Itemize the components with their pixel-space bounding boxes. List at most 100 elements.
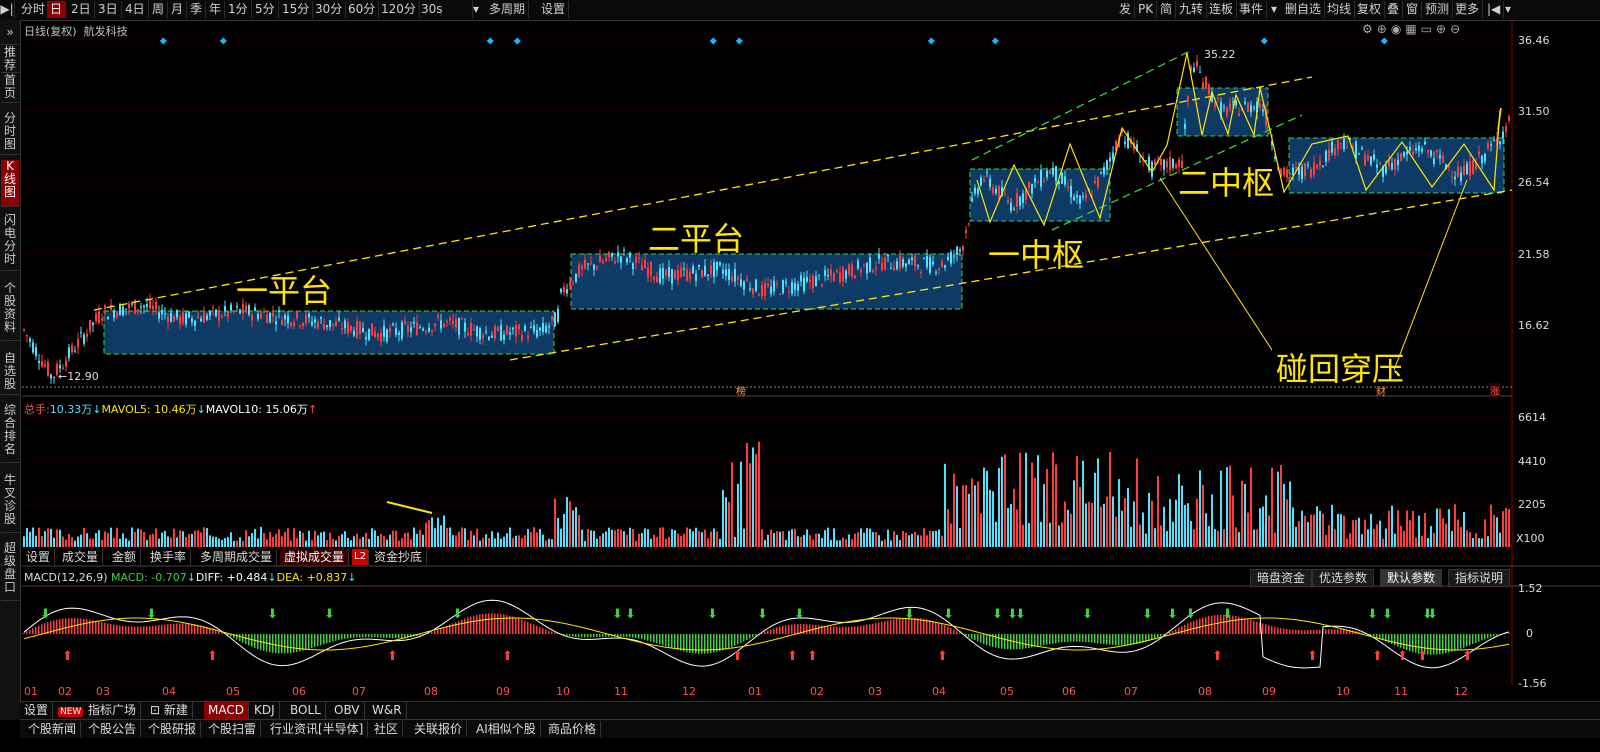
volume-bar xyxy=(1484,519,1486,547)
month-label: 09 xyxy=(1262,685,1276,698)
tab-commodity[interactable]: 商品价格 xyxy=(544,721,602,737)
period-120min[interactable]: 120分 xyxy=(378,1,420,18)
indicator-macd[interactable]: MACD xyxy=(204,702,249,719)
candle-body xyxy=(1400,153,1402,161)
multi-period-button[interactable]: 多周期 xyxy=(486,1,530,18)
candle-body xyxy=(206,315,208,320)
fa-button[interactable]: 发 xyxy=(1116,1,1136,18)
candle-body xyxy=(455,319,457,328)
grid-icon[interactable]: ▦ xyxy=(1405,22,1420,36)
settings-icon[interactable]: ⚙ xyxy=(1362,22,1377,36)
vol-tab-turnover[interactable]: 换手率 xyxy=(146,549,192,565)
period-2day[interactable]: 2日 xyxy=(68,1,95,18)
period-day[interactable]: 日 xyxy=(47,1,67,18)
sidebar-item-flash[interactable]: 闪电分时 xyxy=(1,214,19,271)
sidebar-item-kline[interactable]: K线图 xyxy=(1,160,19,207)
indicator-settings[interactable]: 设置 xyxy=(20,702,54,719)
simple-button[interactable]: 简 xyxy=(1157,1,1177,18)
sidebar-item-diagnosis[interactable]: 牛叉诊股 xyxy=(1,474,19,533)
period-fenshi[interactable]: 分时 xyxy=(18,1,50,18)
overlay-button[interactable]: 叠 xyxy=(1384,1,1404,18)
tab-ai-similar[interactable]: AI相似个股 xyxy=(472,721,541,737)
macd-histogram-bar xyxy=(518,618,520,634)
marker-bang[interactable]: 榜 xyxy=(736,383,746,398)
period-year[interactable]: 年 xyxy=(206,1,226,18)
indicator-boll[interactable]: BOLL xyxy=(286,702,326,719)
tab-stock-news[interactable]: 个股新闻 xyxy=(24,721,82,737)
indicator-new[interactable]: ⊡ 新建 xyxy=(146,702,193,719)
sidebar-item-recommend[interactable]: 推荐 xyxy=(1,46,19,73)
vol-tab-amount[interactable]: 金额 xyxy=(108,549,142,565)
candle-body xyxy=(701,269,703,278)
candle-body xyxy=(1334,147,1336,156)
forecast-button[interactable]: 预测 xyxy=(1422,1,1454,18)
volume-bar xyxy=(659,527,661,547)
period-3day[interactable]: 3日 xyxy=(95,1,122,18)
expand-icon[interactable]: » xyxy=(1,20,19,45)
indicator-kdj[interactable]: KDJ xyxy=(250,702,280,719)
vol-ma10-value: 15.06万 xyxy=(265,403,308,416)
eye-icon[interactable]: ◉ xyxy=(1391,22,1405,36)
period-4day[interactable]: 4日 xyxy=(122,1,149,18)
candle-body xyxy=(104,305,106,310)
tab-industry-news[interactable]: 行业资讯[半导体] xyxy=(266,721,369,737)
pk-button[interactable]: PK xyxy=(1135,1,1158,18)
period-60min[interactable]: 60分 xyxy=(345,1,380,18)
jiuzhuan-button[interactable]: 九转 xyxy=(1176,1,1208,18)
indicator-plaza[interactable]: 指标广场 xyxy=(84,702,142,719)
period-month[interactable]: 月 xyxy=(168,1,188,18)
sidebar-item-watchlist[interactable]: 自选股 xyxy=(1,352,19,395)
tab-stock-announce[interactable]: 个股公告 xyxy=(84,721,142,737)
candle-body xyxy=(401,322,403,339)
macd-tab-default[interactable]: 默认参数 xyxy=(1380,569,1443,587)
period-30s-select[interactable]: 30s xyxy=(418,1,473,18)
lianban-button[interactable]: 连板 xyxy=(1206,1,1238,18)
sidebar-item-home[interactable]: 首页 xyxy=(1,74,19,103)
zoom-in-icon[interactable]: ⊕ xyxy=(1436,22,1450,36)
vol-tab-settings[interactable]: 设置 xyxy=(22,549,56,565)
zoom-out-icon[interactable]: ⊖ xyxy=(1450,22,1464,36)
candle-body xyxy=(32,342,34,353)
period-1min[interactable]: 1分 xyxy=(225,1,252,18)
sidebar-item-ranking[interactable]: 综合排名 xyxy=(1,404,19,463)
tab-stock-research[interactable]: 个股研报 xyxy=(144,721,202,737)
period-15min[interactable]: 15分 xyxy=(279,1,314,18)
ma-button[interactable]: 均线 xyxy=(1324,1,1356,18)
macd-histogram-bar xyxy=(1433,634,1435,655)
marker-zhang[interactable]: 涨 xyxy=(1490,383,1500,398)
more-button[interactable]: 更多 xyxy=(1452,1,1484,18)
tab-community[interactable]: 社区 xyxy=(370,721,404,737)
marker-cai[interactable]: 财 xyxy=(1376,383,1386,398)
sidebar-item-profile[interactable]: 个股资料 xyxy=(1,282,19,341)
robot-icon: ⊡ xyxy=(150,703,161,717)
sidebar-item-timeshare[interactable]: 分时图 xyxy=(1,112,19,155)
macd-tab-help[interactable]: 指标说明 xyxy=(1448,569,1511,587)
target-icon[interactable]: ⊕ xyxy=(1377,22,1391,36)
event-dropdown-icon[interactable]: ▾ xyxy=(1268,1,1280,18)
indicator-obv[interactable]: OBV xyxy=(330,702,365,719)
tab-related-quotes[interactable]: 关联报价 xyxy=(410,721,468,737)
macd-histogram-bar xyxy=(1007,634,1009,650)
period-week[interactable]: 周 xyxy=(149,1,169,18)
vol-tab-volume[interactable]: 成交量 xyxy=(58,549,104,565)
remove-favorite-button[interactable]: 删自选 xyxy=(1282,1,1326,18)
period-5min[interactable]: 5分 xyxy=(252,1,279,18)
chevron-down-icon[interactable]: ▾ xyxy=(470,1,482,18)
period-30min[interactable]: 30分 xyxy=(312,1,347,18)
vol-tab-fund-bottom[interactable]: 资金抄底 xyxy=(370,549,428,565)
ruler-icon[interactable]: ▭ xyxy=(1421,22,1436,36)
collapse-icon[interactable]: ▶| xyxy=(0,1,15,18)
vol-tab-multiperiod[interactable]: 多周期成交量 xyxy=(196,549,278,565)
indicator-wr[interactable]: W&R xyxy=(368,702,407,719)
macd-tab-optimal[interactable]: 优选参数 xyxy=(1312,569,1375,587)
event-button[interactable]: 事件 xyxy=(1236,1,1268,18)
period-season[interactable]: 季 xyxy=(187,1,207,18)
fuquan-button[interactable]: 复权 xyxy=(1354,1,1386,18)
macd-tab-dark-pool[interactable]: 暗盘资金 xyxy=(1250,569,1313,587)
sidebar-item-orderbook[interactable]: 超级盘口 xyxy=(1,542,19,601)
window-button[interactable]: 窗 xyxy=(1403,1,1423,18)
vol-tab-virtual[interactable]: 虚拟成交量 xyxy=(280,549,350,565)
tab-stock-scan[interactable]: 个股扫雷 xyxy=(204,721,262,737)
toolbar-dropdown-icon[interactable]: ▾ xyxy=(1502,1,1514,18)
settings-button[interactable]: 设置 xyxy=(538,1,570,18)
